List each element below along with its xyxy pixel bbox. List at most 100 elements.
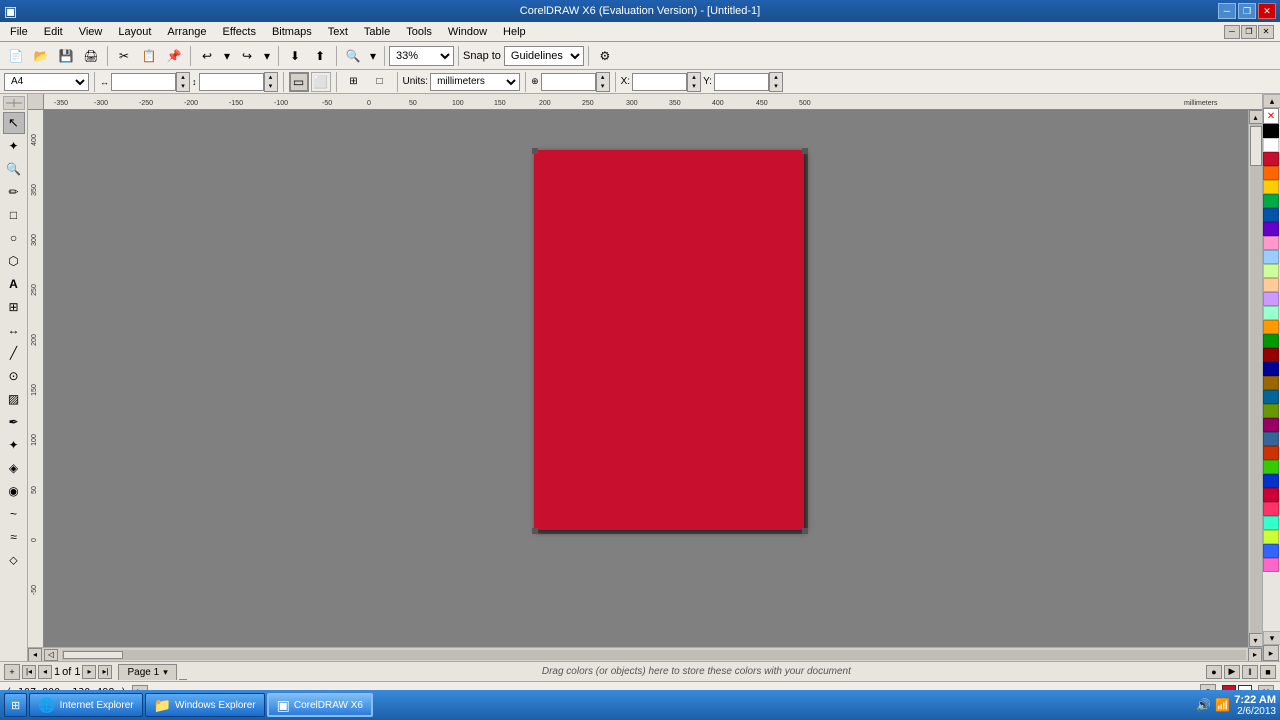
export-button[interactable]: ⬆ bbox=[308, 45, 332, 67]
vscroll-track[interactable] bbox=[1250, 124, 1262, 633]
width-input[interactable]: 210.0 mm bbox=[111, 73, 176, 91]
hscroll-right[interactable]: ▸ bbox=[1248, 648, 1262, 662]
taskbar-ie[interactable]: 🌐 Internet Explorer bbox=[29, 693, 142, 717]
mdi-close-button[interactable]: ✕ bbox=[1258, 25, 1274, 39]
nudge-down[interactable]: ▾ bbox=[597, 82, 609, 91]
swatch-22[interactable] bbox=[1263, 446, 1279, 460]
menu-effects[interactable]: Effects bbox=[215, 24, 264, 40]
palette-scroll-down[interactable]: ▾ bbox=[1263, 631, 1280, 645]
nudge-input[interactable]: 0.1 mm bbox=[541, 73, 596, 91]
swatch-20[interactable] bbox=[1263, 418, 1279, 432]
swatch-17[interactable] bbox=[1263, 376, 1279, 390]
pick-tool[interactable]: ↖ bbox=[3, 112, 25, 134]
page-tab-close[interactable]: ▾ bbox=[163, 667, 168, 678]
zoom-picker-dropdown[interactable]: ▾ bbox=[366, 45, 380, 67]
hscroll-prev-page[interactable]: ◁ bbox=[44, 649, 58, 661]
width-down[interactable]: ▾ bbox=[177, 82, 189, 91]
vscroll-down[interactable]: ▾ bbox=[1249, 633, 1263, 647]
taskbar-cdr[interactable]: ▣ CorelDRAW X6 bbox=[267, 693, 373, 717]
page-nav-last[interactable]: ▸| bbox=[98, 665, 112, 679]
swatch-3[interactable] bbox=[1263, 180, 1279, 194]
eyedropper-tool[interactable]: ✦ bbox=[3, 434, 25, 456]
swatch-14[interactable] bbox=[1263, 334, 1279, 348]
menu-arrange[interactable]: Arrange bbox=[159, 24, 214, 40]
page-nav-first[interactable]: |◂ bbox=[22, 665, 36, 679]
no-fill-swatch[interactable]: ✕ bbox=[1263, 108, 1279, 124]
dimension-tool[interactable]: ↔ bbox=[3, 319, 25, 341]
swatch-27[interactable] bbox=[1263, 516, 1279, 530]
open-button[interactable]: 📂 bbox=[29, 45, 53, 67]
menu-layout[interactable]: Layout bbox=[110, 24, 159, 40]
zoom-select[interactable]: 33% 50% 75% 100% bbox=[389, 46, 454, 66]
swatch-16[interactable] bbox=[1263, 362, 1279, 376]
interactive-fill-tool[interactable]: ◈ bbox=[3, 457, 25, 479]
menu-text[interactable]: Text bbox=[320, 24, 356, 40]
paste-button[interactable]: 📌 bbox=[162, 45, 186, 67]
page-add-btn[interactable]: + bbox=[4, 664, 20, 680]
x-down[interactable]: ▾ bbox=[688, 82, 700, 91]
rectangle-tool[interactable]: □ bbox=[3, 204, 25, 226]
menu-table[interactable]: Table bbox=[356, 24, 398, 40]
copy-button[interactable]: 📋 bbox=[137, 45, 161, 67]
width-up[interactable]: ▴ bbox=[177, 73, 189, 82]
swatch-30[interactable] bbox=[1263, 558, 1279, 572]
portrait-button[interactable]: ▭ bbox=[289, 72, 309, 92]
menu-file[interactable]: File bbox=[2, 24, 36, 40]
swatch-12[interactable] bbox=[1263, 306, 1279, 320]
import-button[interactable]: ⬇ bbox=[283, 45, 307, 67]
swatch-18[interactable] bbox=[1263, 390, 1279, 404]
palette-scroll-up[interactable]: ▴ bbox=[1263, 94, 1280, 108]
redo-dropdown[interactable]: ▾ bbox=[260, 45, 274, 67]
connector-tool[interactable]: ╱ bbox=[3, 342, 25, 364]
zoom-tool[interactable]: 🔍 bbox=[3, 158, 25, 180]
menu-help[interactable]: Help bbox=[495, 24, 534, 40]
text-tool[interactable]: A bbox=[3, 273, 25, 295]
zoom-picker-btn[interactable]: 🔍 bbox=[341, 45, 365, 67]
y-down[interactable]: ▾ bbox=[770, 82, 782, 91]
roughen-tool[interactable]: ≈ bbox=[3, 526, 25, 548]
swatch-white[interactable] bbox=[1263, 138, 1279, 152]
x-input[interactable]: 5.0 mm bbox=[632, 73, 687, 91]
vscroll-thumb[interactable] bbox=[1250, 126, 1262, 166]
swatch-19[interactable] bbox=[1263, 404, 1279, 418]
units-select[interactable]: millimeters inches pixels bbox=[430, 73, 520, 91]
taskbar-explorer[interactable]: 📁 Windows Explorer bbox=[145, 693, 265, 717]
swatch-8[interactable] bbox=[1263, 250, 1279, 264]
hscroll-thumb[interactable] bbox=[63, 651, 123, 659]
swatch-7[interactable] bbox=[1263, 236, 1279, 250]
swatch-23[interactable] bbox=[1263, 460, 1279, 474]
color-eyedropper-tool[interactable]: ◉ bbox=[3, 480, 25, 502]
swatch-1[interactable] bbox=[1263, 152, 1279, 166]
vscroll[interactable]: ▴ ▾ bbox=[1248, 110, 1262, 647]
height-input[interactable]: 297.0 mm bbox=[199, 73, 264, 91]
swatch-5[interactable] bbox=[1263, 208, 1279, 222]
page-nav-prev[interactable]: ◂ bbox=[38, 665, 52, 679]
freehand-tool[interactable]: ✏ bbox=[3, 181, 25, 203]
swatch-10[interactable] bbox=[1263, 278, 1279, 292]
x-up[interactable]: ▴ bbox=[688, 73, 700, 82]
swatch-26[interactable] bbox=[1263, 502, 1279, 516]
minimize-button[interactable]: ─ bbox=[1218, 3, 1236, 19]
hscroll[interactable]: ◂ ◁ ▸ bbox=[28, 647, 1262, 661]
fill-bucket-tool[interactable]: ⬦ bbox=[3, 549, 25, 571]
swatch-25[interactable] bbox=[1263, 488, 1279, 502]
redo-button[interactable]: ↪ bbox=[235, 45, 259, 67]
canvas-container[interactable] bbox=[44, 110, 1248, 647]
swatch-13[interactable] bbox=[1263, 320, 1279, 334]
swatch-9[interactable] bbox=[1263, 264, 1279, 278]
hscroll-left[interactable]: ◂ bbox=[28, 648, 42, 662]
smear-tool[interactable]: ~ bbox=[3, 503, 25, 525]
cut-button[interactable]: ✂ bbox=[112, 45, 136, 67]
palette-more-btn[interactable]: ▸ bbox=[1263, 645, 1279, 661]
nudge-up[interactable]: ▴ bbox=[597, 73, 609, 82]
landscape-button[interactable]: ⬜ bbox=[311, 72, 331, 92]
height-up[interactable]: ▴ bbox=[265, 73, 277, 82]
title-controls[interactable]: ─ ❐ ✕ bbox=[1218, 3, 1276, 19]
blend-tool[interactable]: ⊙ bbox=[3, 365, 25, 387]
node-tool[interactable]: ✦ bbox=[3, 135, 25, 157]
menu-edit[interactable]: Edit bbox=[36, 24, 71, 40]
mdi-minimize-button[interactable]: ─ bbox=[1224, 25, 1240, 39]
swatch-black[interactable] bbox=[1263, 124, 1279, 138]
hscroll-track[interactable] bbox=[62, 650, 1246, 660]
outline-tool[interactable]: ✒ bbox=[3, 411, 25, 433]
